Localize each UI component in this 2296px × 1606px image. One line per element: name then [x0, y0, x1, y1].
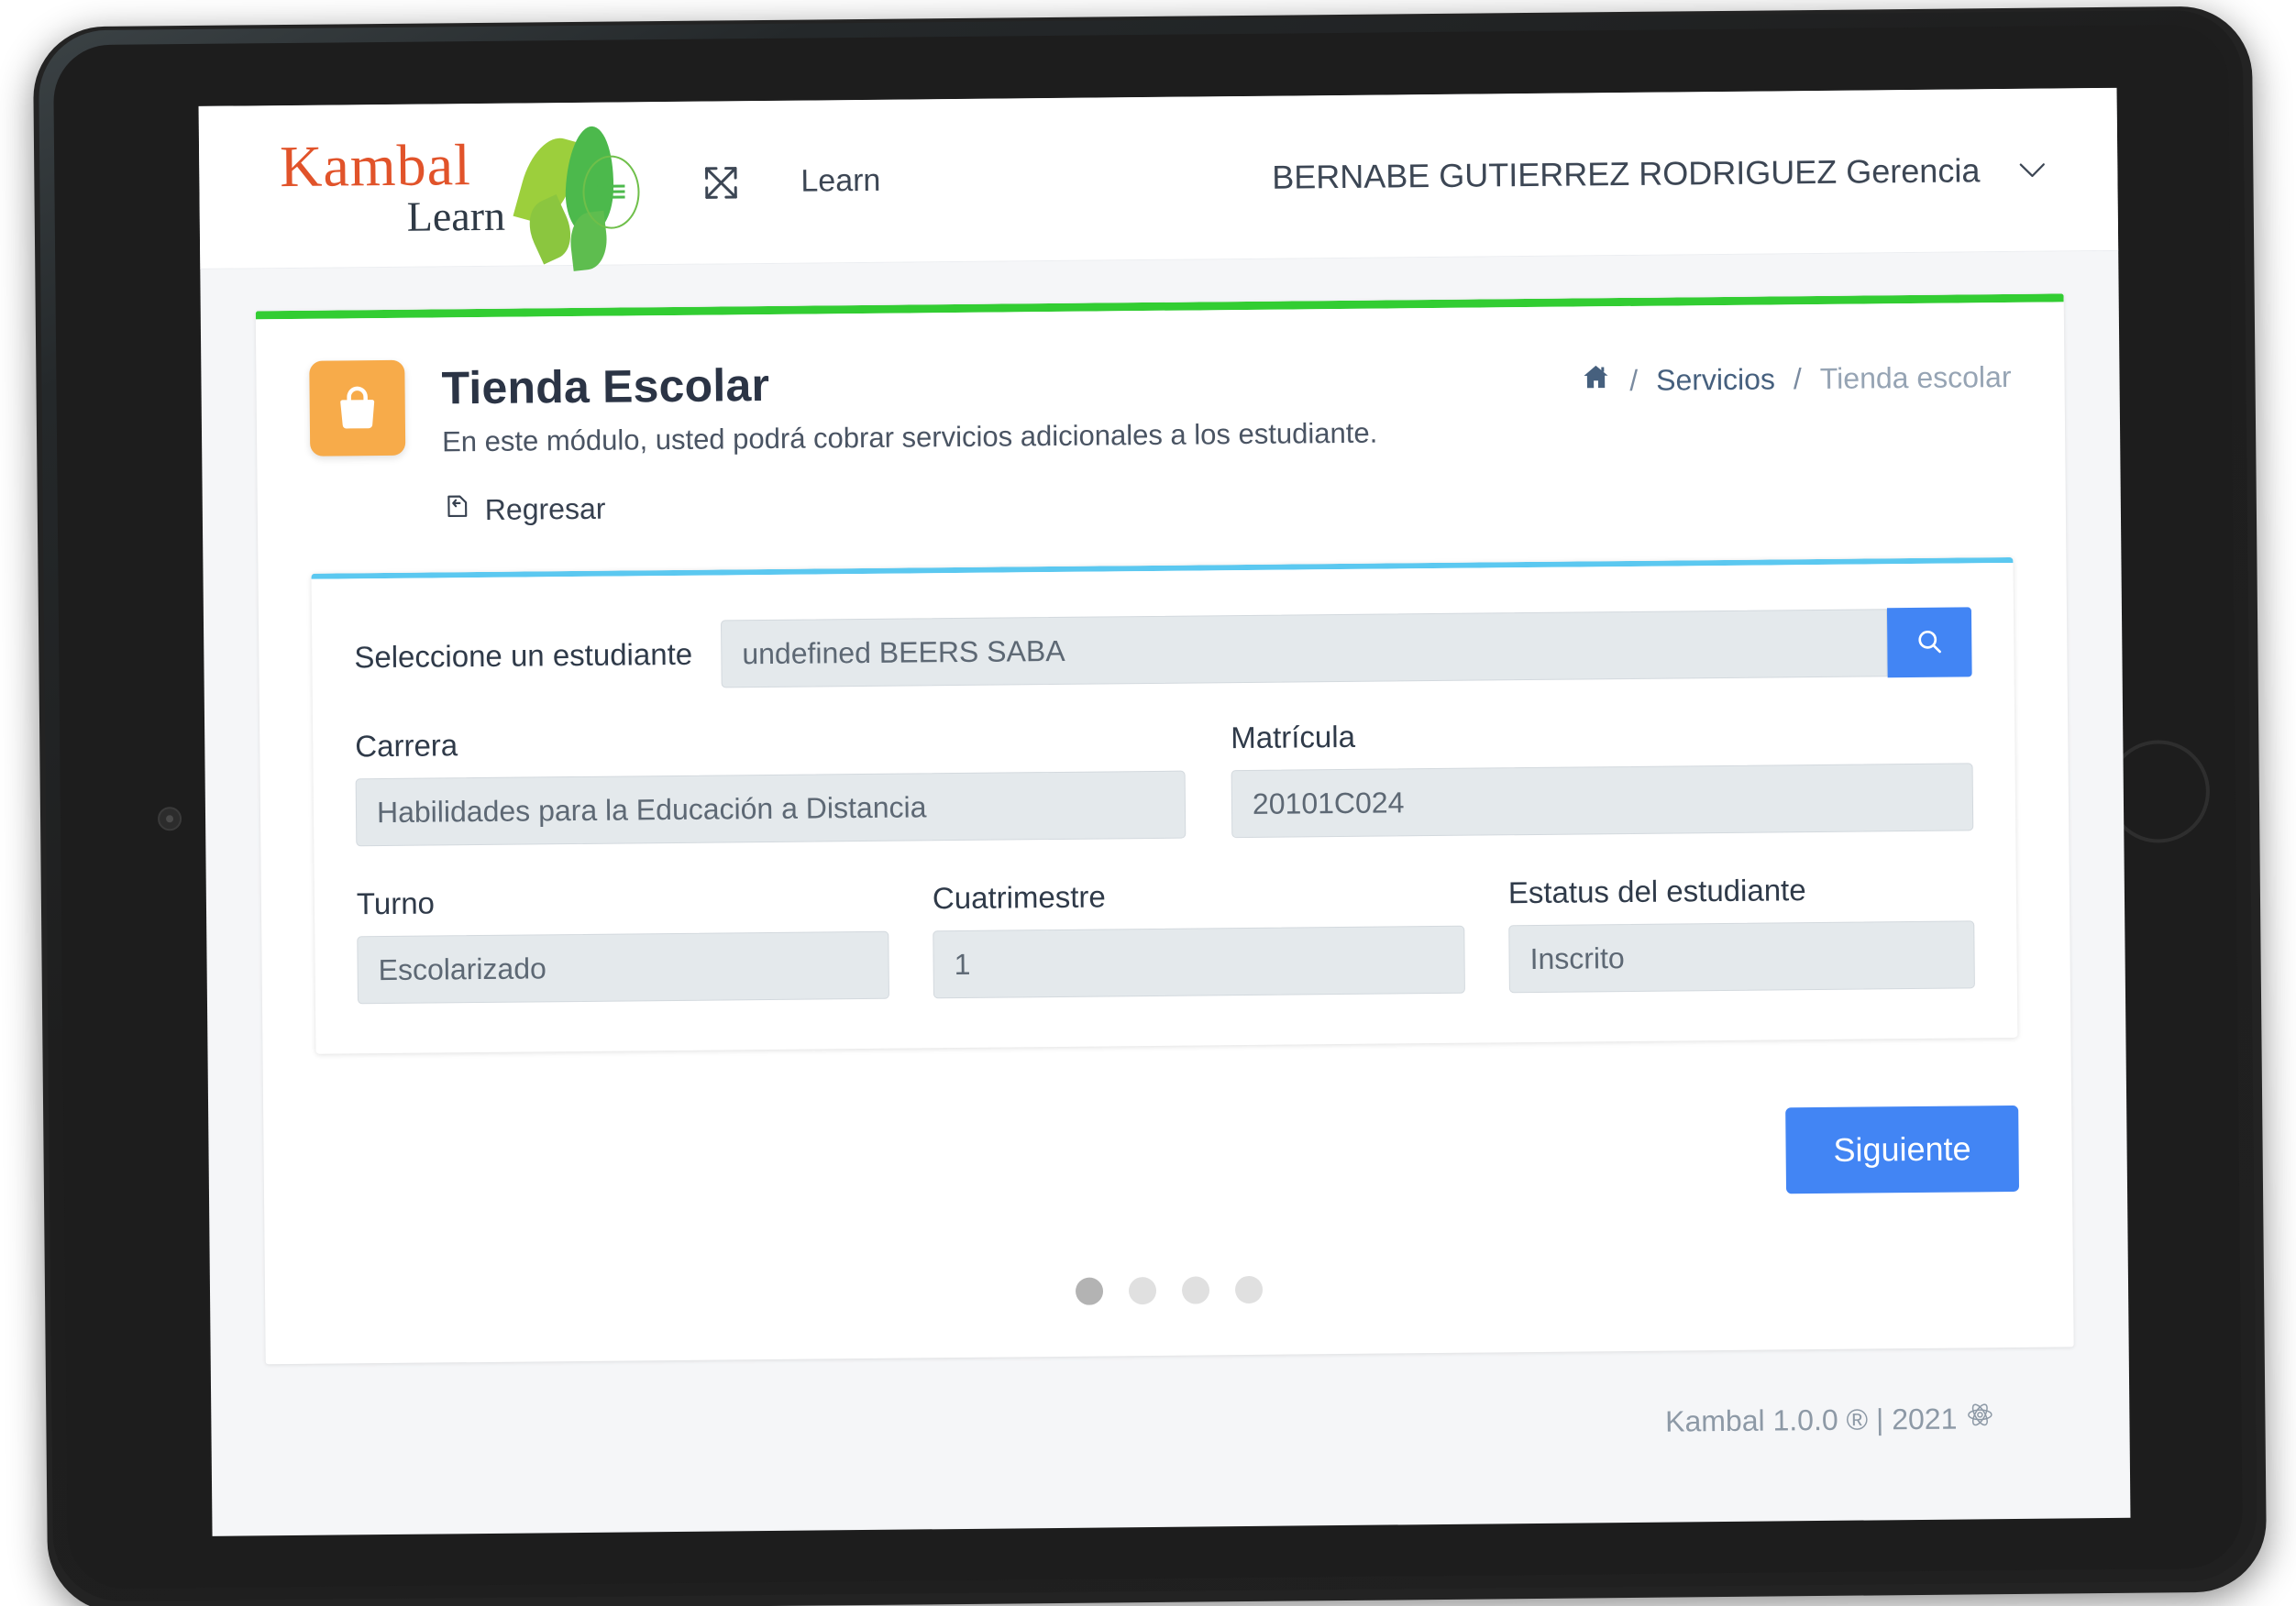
app-screen: Kambal Learn Learn BERNABE GUTIERREZ ROD… — [198, 87, 2131, 1536]
chevron-down-icon[interactable] — [2018, 161, 2046, 178]
app-header: Kambal Learn Learn BERNABE GUTIERREZ ROD… — [198, 87, 2119, 271]
step-pagination — [318, 1269, 2020, 1313]
breadcrumb: / Servicios / Tienda escolar — [1580, 345, 2012, 401]
expand-arrows-icon[interactable] — [701, 163, 740, 202]
student-select-row: Seleccione un estudiante undefined BEERS… — [354, 607, 1972, 692]
student-form-card: Seleccione un estudiante undefined BEERS… — [311, 556, 2018, 1054]
brand-subtext: Learn — [406, 192, 506, 240]
pagination-dot[interactable] — [1181, 1276, 1210, 1304]
back-link[interactable]: Regresar — [443, 490, 606, 529]
cuatrimestre-input[interactable]: 1 — [933, 925, 1465, 999]
pagination-dot[interactable] — [1128, 1276, 1157, 1305]
react-atom-icon — [1966, 1401, 1993, 1436]
shift-term-status-row: Turno Escolarizado Cuatrimestre 1 Estatu… — [357, 871, 1975, 1005]
pagination-dot[interactable] — [1234, 1275, 1264, 1304]
form-actions: Siguiente — [316, 1105, 2020, 1208]
home-icon[interactable] — [1580, 361, 1611, 400]
header-spacer — [880, 177, 1272, 181]
breadcrumb-item-current: Tienda escolar — [1819, 359, 2012, 395]
turno-input[interactable]: Escolarizado — [357, 930, 889, 1005]
matricula-label: Matrícula — [1231, 719, 1356, 755]
career-enrollment-row: Carrera Habilidades para la Educación a … — [355, 713, 1974, 847]
carrera-label: Carrera — [355, 728, 458, 764]
header-tools: Learn — [701, 161, 881, 202]
turno-label: Turno — [356, 886, 436, 921]
brand-mark: Kambal Learn — [270, 115, 640, 271]
user-menu[interactable]: BERNABE GUTIERREZ RODRIGUEZ Gerencia — [1272, 150, 2063, 196]
hamburger-circle-icon — [582, 154, 640, 229]
brand-logo[interactable]: Kambal Learn — [270, 115, 640, 271]
footer-text: Kambal 1.0.0 ® | 2021 — [1664, 1402, 1958, 1438]
back-arrow-icon — [443, 491, 472, 528]
page-content: Tienda Escolar En este módulo, usted pod… — [200, 251, 2129, 1453]
matricula-input[interactable]: 20101C024 — [1231, 763, 1974, 839]
brand-wordmark: Kambal — [279, 131, 472, 199]
carrera-group: Carrera Habilidades para la Educación a … — [355, 721, 1187, 847]
estatus-label: Estatus del estudiante — [1507, 873, 1806, 910]
estatus-input[interactable]: Inscrito — [1508, 920, 1975, 994]
carrera-input[interactable]: Habilidades para la Educación a Distanci… — [355, 770, 1187, 847]
search-student-button[interactable] — [1886, 607, 1972, 678]
page-card: Tienda Escolar En este módulo, usted pod… — [255, 293, 2074, 1365]
nav-link-learn[interactable]: Learn — [800, 163, 880, 200]
page-title: Tienda Escolar — [441, 358, 770, 414]
breadcrumb-item-servicios[interactable]: Servicios — [1656, 362, 1775, 397]
app-footer: Kambal 1.0.0 ® | 2021 — [266, 1347, 2075, 1452]
turno-group: Turno Escolarizado — [357, 882, 889, 1005]
page-header: Tienda Escolar En este módulo, usted pod… — [309, 345, 2012, 460]
screenshot-stage: Kambal Learn Learn BERNABE GUTIERREZ ROD… — [0, 0, 2296, 1606]
back-link-label: Regresar — [484, 491, 606, 526]
breadcrumb-separator: / — [1793, 361, 1802, 395]
user-name-label: BERNABE GUTIERREZ RODRIGUEZ Gerencia — [1272, 150, 1981, 196]
pagination-dot[interactable] — [1075, 1277, 1104, 1305]
cuatrimestre-label: Cuatrimestre — [932, 879, 1106, 916]
next-button[interactable]: Siguiente — [1785, 1105, 2020, 1194]
page-title-block: Tienda Escolar En este módulo, usted pod… — [441, 351, 1377, 459]
shopping-bag-icon — [309, 359, 406, 456]
front-camera — [157, 807, 182, 831]
breadcrumb-separator: / — [1629, 363, 1639, 397]
matricula-group: Matrícula 20101C024 — [1231, 713, 1974, 839]
estatus-group: Estatus del estudiante Inscrito — [1507, 871, 1975, 994]
page-description: En este módulo, usted podrá cobrar servi… — [441, 416, 1378, 458]
tablet-device-mockup: Kambal Learn Learn BERNABE GUTIERREZ ROD… — [32, 6, 2268, 1606]
student-input[interactable]: undefined BEERS SABA — [720, 609, 1888, 688]
student-select-label: Seleccione un estudiante — [354, 636, 693, 675]
cuatrimestre-group: Cuatrimestre 1 — [933, 876, 1465, 999]
search-icon — [1915, 626, 1944, 658]
